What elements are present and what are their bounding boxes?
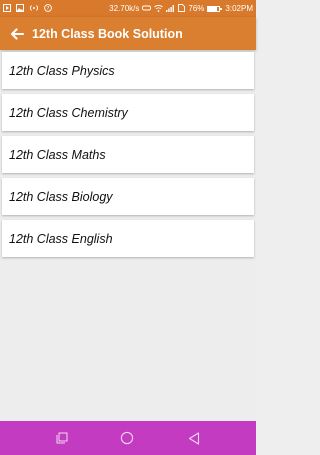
status-left: ?: [3, 3, 52, 14]
list-item-maths[interactable]: 12th Class Maths: [2, 136, 254, 173]
signal-icon: [166, 4, 175, 14]
svg-text:?: ?: [47, 6, 50, 12]
list-item-label: 12th Class Chemistry: [9, 105, 128, 120]
page-title: 12th Class Book Solution: [32, 26, 183, 41]
media-icon: [3, 3, 11, 14]
hotspot-icon: [29, 4, 39, 14]
recents-button[interactable]: [54, 430, 70, 446]
home-icon: [120, 431, 134, 445]
app-bar: 12th Class Book Solution: [0, 17, 256, 50]
gallery-icon: [16, 3, 24, 14]
list-item-biology[interactable]: 12th Class Biology: [2, 178, 254, 215]
system-back-button[interactable]: [186, 430, 202, 446]
list-item-label: 12th Class English: [9, 231, 113, 246]
network-speed: 32.70k/s: [109, 4, 140, 13]
list-item-label: 12th Class Physics: [9, 63, 115, 78]
help-circle-icon: ?: [44, 3, 52, 14]
sim-icon: [178, 3, 186, 14]
back-button[interactable]: [4, 17, 30, 50]
list-item-physics[interactable]: 12th Class Physics: [2, 52, 254, 89]
list-item-chemistry[interactable]: 12th Class Chemistry: [2, 94, 254, 131]
vr-icon: [142, 4, 152, 14]
status-bar: ? 32.70k/s 76% 3:02PM: [0, 0, 256, 17]
status-right: 32.70k/s 76% 3:02PM: [109, 3, 253, 14]
screen: ? 32.70k/s 76% 3:02PM 12th Class Book So…: [0, 0, 256, 455]
status-time: 3:02PM: [225, 4, 253, 13]
back-arrow-icon: [10, 27, 24, 40]
list-item-label: 12th Class Maths: [9, 147, 106, 162]
recents-icon: [56, 432, 68, 444]
battery-percent: 76%: [188, 4, 205, 13]
battery-icon: [207, 5, 223, 12]
navigation-bar: [0, 421, 256, 455]
back-icon: [188, 431, 200, 445]
wifi-icon: [154, 4, 164, 14]
list-item-label: 12th Class Biology: [9, 189, 113, 204]
list-item-english[interactable]: 12th Class English: [2, 220, 254, 257]
subject-list: 12th Class Physics 12th Class Chemistry …: [2, 52, 254, 262]
home-button[interactable]: [119, 430, 135, 446]
